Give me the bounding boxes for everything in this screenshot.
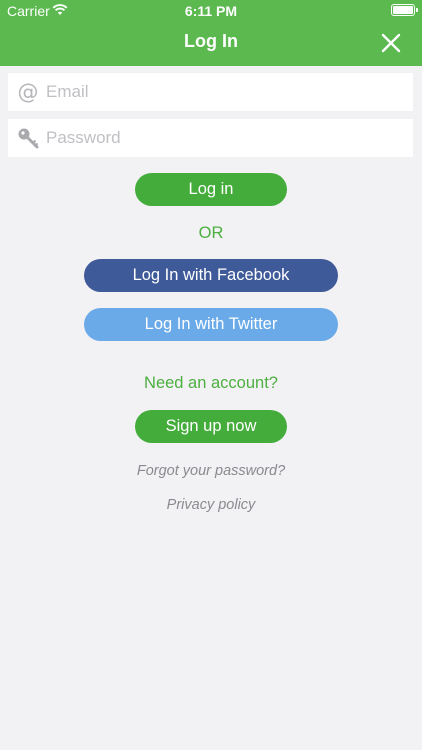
page-title: Log In (184, 31, 238, 51)
privacy-policy-link[interactable]: Privacy policy (0, 497, 422, 513)
close-button[interactable] (380, 32, 402, 54)
email-field[interactable]: @ (8, 73, 413, 111)
signup-button[interactable]: Sign up now (135, 410, 287, 443)
key-icon (16, 126, 40, 150)
need-account-label: Need an account? (144, 374, 278, 392)
at-icon: @ (16, 80, 40, 104)
status-bar: Carrier 6:11 PM (0, 0, 422, 22)
forgot-password-link[interactable]: Forgot your password? (0, 463, 422, 479)
navigation-bar: Carrier 6:11 PM Log In (0, 0, 422, 66)
or-divider-label: OR (198, 224, 224, 242)
clock: 6:11 PM (184, 3, 238, 19)
twitter-login-button[interactable]: Log In with Twitter (84, 308, 338, 341)
email-input[interactable] (46, 73, 406, 111)
close-icon (381, 33, 401, 53)
facebook-login-button[interactable]: Log In with Facebook (84, 259, 338, 292)
password-input[interactable] (46, 119, 406, 157)
battery-icon (391, 4, 418, 16)
login-button[interactable]: Log in (135, 173, 287, 206)
svg-text:@: @ (18, 80, 39, 104)
password-field[interactable] (8, 119, 413, 157)
